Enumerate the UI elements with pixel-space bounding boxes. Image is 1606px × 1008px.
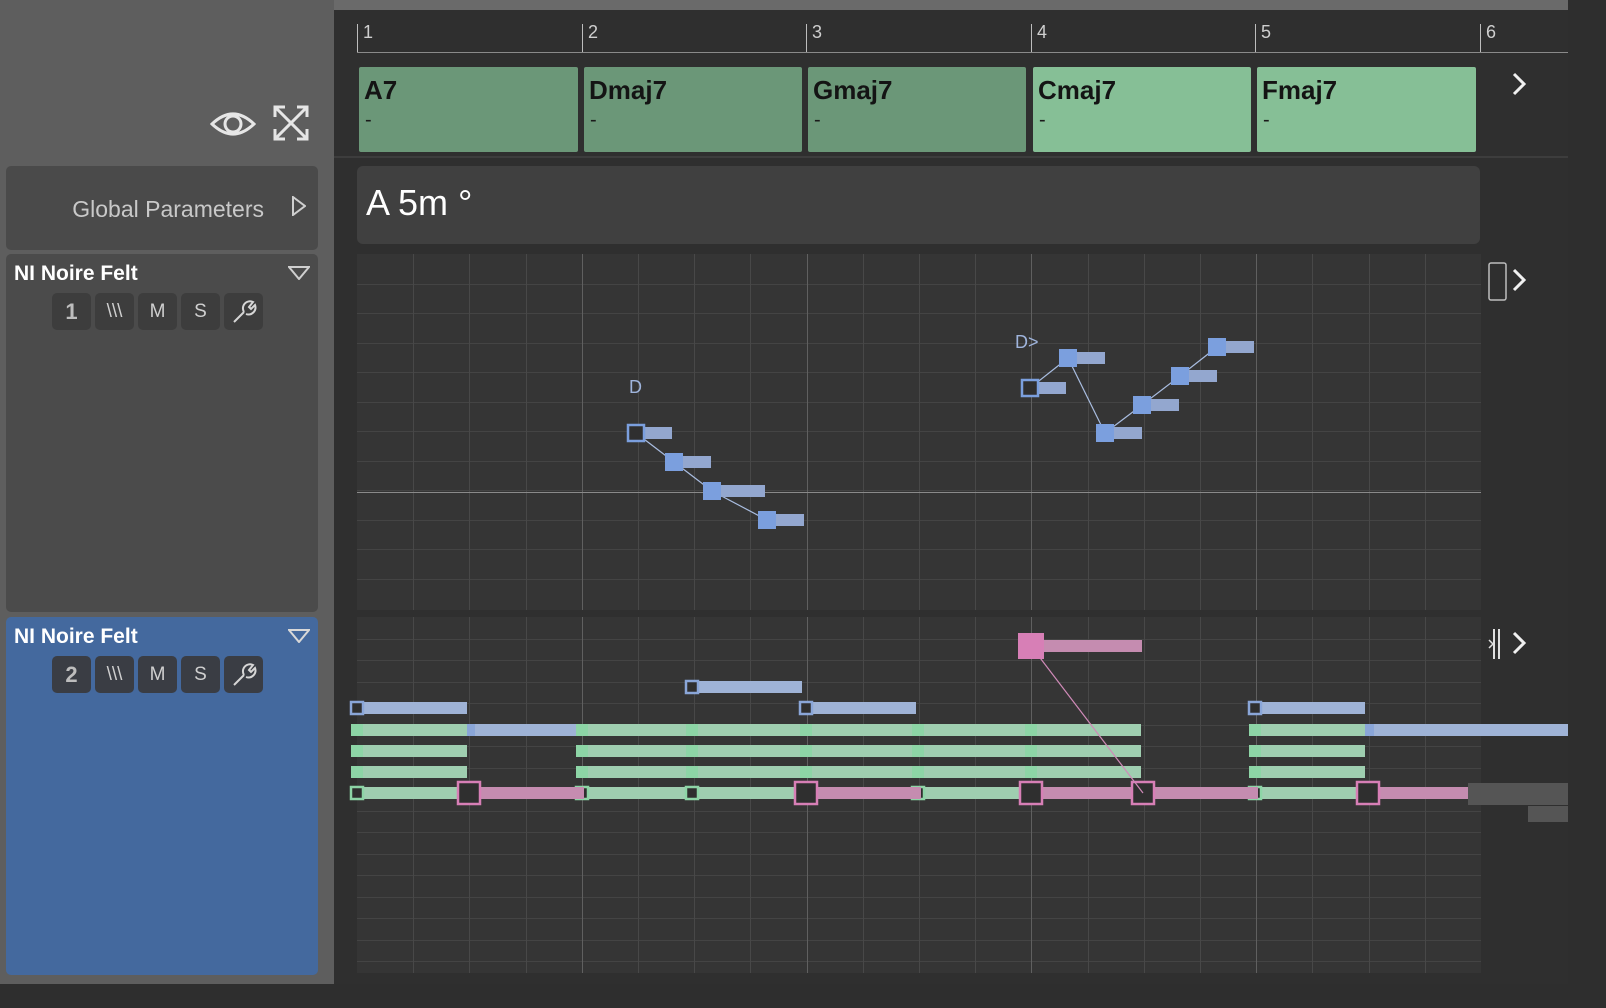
note-tail (812, 724, 916, 736)
note-tail (1261, 724, 1365, 736)
note-tail (698, 745, 802, 757)
note-tail (588, 745, 692, 757)
note-head (912, 724, 924, 736)
note-head (1249, 745, 1261, 757)
note-tail (698, 766, 802, 778)
note-connector (1067, 357, 1106, 434)
note-tail (588, 724, 692, 736)
note-tail (644, 427, 672, 439)
note-tail (683, 456, 711, 468)
note-tail (1154, 787, 1258, 799)
note-tail (363, 702, 467, 714)
note-tail (1226, 341, 1254, 353)
note-tail (363, 745, 467, 757)
note-head (1249, 766, 1261, 778)
note-tail (1038, 382, 1066, 394)
note-head (686, 745, 698, 757)
note-head (793, 780, 819, 806)
note-head (349, 700, 365, 716)
note-head (1025, 745, 1037, 757)
note-tail (1042, 787, 1146, 799)
overflow-note (1468, 783, 1568, 805)
note-head (1020, 378, 1040, 398)
note-head (798, 700, 814, 716)
note-tail (1044, 640, 1142, 652)
note-tail (698, 681, 802, 693)
note-head (684, 785, 700, 801)
note-head (1018, 780, 1044, 806)
note-tail (812, 702, 916, 714)
note-head (684, 679, 700, 695)
note-head (456, 780, 482, 806)
note-head (800, 766, 812, 778)
note-tail (1261, 766, 1365, 778)
note-tail (698, 724, 802, 736)
note-tail (1261, 702, 1365, 714)
overflow-note (1528, 806, 1568, 822)
note-head (1096, 424, 1114, 442)
note-tail (1077, 352, 1105, 364)
note-head (800, 724, 812, 736)
note-tail (776, 514, 804, 526)
note-head (686, 766, 698, 778)
note-tail (1261, 787, 1365, 799)
note-head (351, 745, 363, 757)
note-head (576, 724, 588, 736)
note-head (1133, 396, 1151, 414)
note-head (351, 724, 363, 736)
note-tail (721, 485, 765, 497)
note-head (1059, 349, 1077, 367)
note-tail (1114, 427, 1142, 439)
note-head (1025, 724, 1037, 736)
note-head (758, 511, 776, 529)
note-tail (698, 787, 802, 799)
note-head (1025, 766, 1037, 778)
note-head (1247, 700, 1263, 716)
note-head (703, 482, 721, 500)
note-tail (475, 724, 579, 736)
note-tail (1037, 745, 1141, 757)
note-head (1249, 724, 1261, 736)
note-overlay (349, 338, 1568, 822)
note-tail (817, 787, 921, 799)
note-tail (363, 766, 467, 778)
note-tail (1037, 766, 1141, 778)
note-head (912, 745, 924, 757)
note-tail (1189, 370, 1217, 382)
note-tail (363, 724, 467, 736)
note-head (1208, 338, 1226, 356)
note-tail (812, 766, 916, 778)
note-head (686, 724, 698, 736)
note-tail (588, 787, 692, 799)
note-head (665, 453, 683, 471)
note-tail (363, 787, 467, 799)
note-tail (1151, 399, 1179, 411)
note-tail (588, 766, 692, 778)
note-head (626, 423, 646, 443)
note-tail (1261, 745, 1365, 757)
note-tail (1037, 724, 1141, 736)
note-head (1355, 780, 1381, 806)
note-head (1018, 633, 1044, 659)
note-head (349, 785, 365, 801)
note-tail (924, 787, 1028, 799)
note-head (576, 745, 588, 757)
note-tail (1379, 787, 1479, 799)
note-head (912, 766, 924, 778)
note-tail (480, 787, 584, 799)
note-head (1171, 367, 1189, 385)
note-head (351, 766, 363, 778)
note-tail (812, 745, 916, 757)
note-head (576, 766, 588, 778)
note-tail (1374, 724, 1568, 736)
note-head (800, 745, 812, 757)
